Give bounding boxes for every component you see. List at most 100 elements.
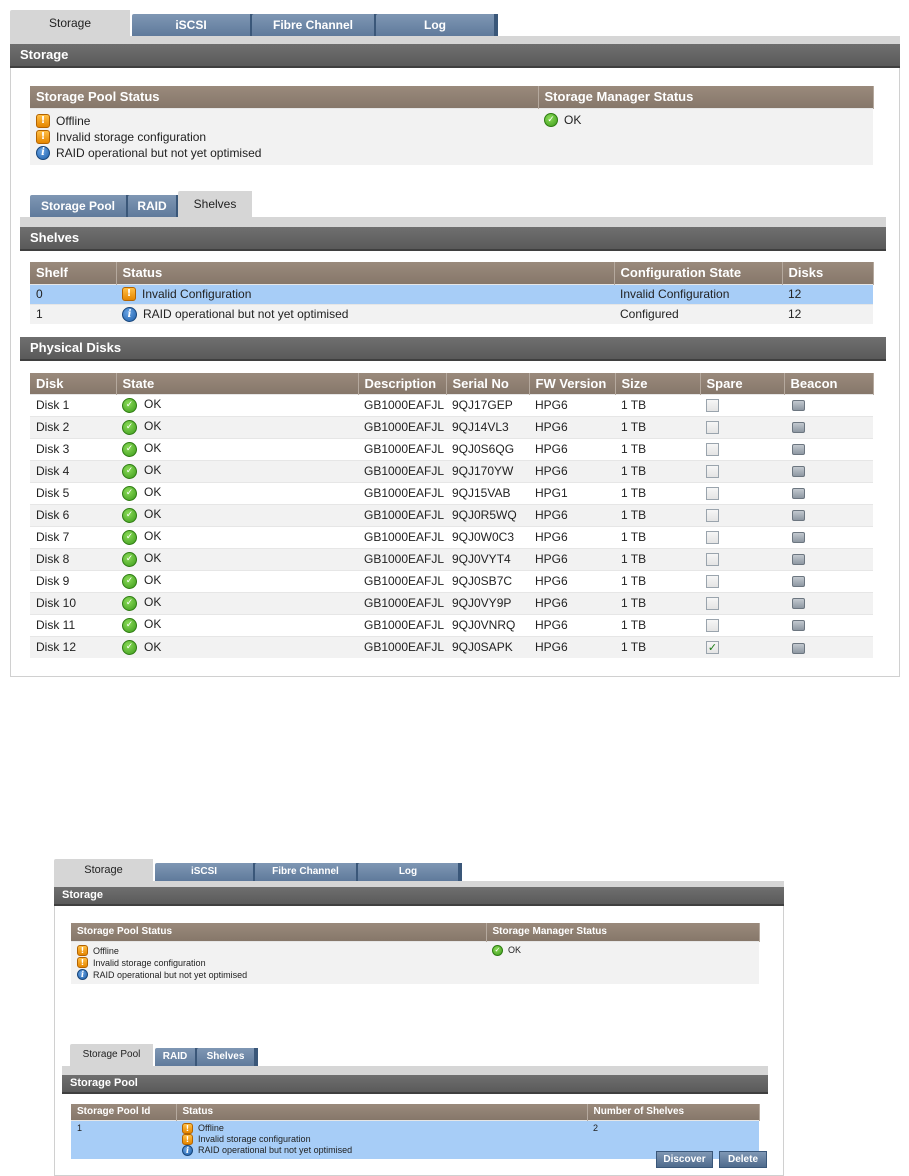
ok-icon: ✓ — [122, 551, 137, 567]
beacon-button[interactable] — [792, 598, 805, 610]
disk-fw-version: HPG6 — [529, 569, 615, 592]
spare-checkbox[interactable] — [706, 465, 719, 479]
tab-raid[interactable]: RAID — [128, 195, 180, 217]
beacon-button[interactable] — [792, 554, 805, 566]
table-row[interactable]: 1 i RAID operational but not yet optimise… — [30, 303, 873, 324]
shelves-title: Shelves — [20, 227, 886, 251]
table-row[interactable]: Disk 2 ✓ OK GB1000EAFJL 9QJ14VL3 HPG6 1 TB — [30, 415, 873, 438]
column-description: Description — [358, 373, 447, 394]
disk-name: Disk 4 — [30, 459, 116, 482]
disk-description: GB1000EAFJL — [358, 525, 446, 548]
disk-size: 1 TB — [615, 591, 700, 614]
tab-iscsi[interactable]: iSCSI — [132, 14, 254, 36]
beacon-button[interactable] — [792, 400, 805, 412]
discover-button[interactable]: Discover — [656, 1151, 713, 1168]
spare-checkbox[interactable] — [706, 575, 719, 589]
warning-icon: ! — [122, 287, 136, 302]
beacon-button[interactable] — [792, 620, 805, 632]
tab-iscsi[interactable]: iSCSI — [155, 863, 257, 881]
tab-shelves[interactable]: Shelves — [178, 191, 252, 217]
table-row[interactable]: 0 ! Invalid Configuration Invalid Configu… — [30, 283, 873, 304]
disk-spare — [700, 547, 784, 570]
tab-storage[interactable]: Storage — [54, 859, 153, 881]
disk-beacon — [784, 613, 873, 636]
disk-spare — [700, 591, 784, 614]
status-text: Offline — [56, 113, 91, 128]
table-row[interactable]: Disk 11 ✓ OK GB1000EAFJL 9QJ0VNRQ HPG6 1 TB — [30, 613, 873, 636]
tab-fibre-channel[interactable]: Fibre Channel — [252, 14, 378, 36]
table-row[interactable]: Disk 8 ✓ OK GB1000EAFJL 9QJ0VYT4 HPG6 1 TB — [30, 547, 873, 570]
tab-storage[interactable]: Storage — [10, 10, 130, 36]
spare-checkbox[interactable] — [706, 421, 719, 435]
disk-state: ✓ OK — [116, 525, 358, 548]
table-row[interactable]: Disk 3 ✓ OK GB1000EAFJL 9QJ0S6QG HPG6 1 TB — [30, 437, 873, 460]
beacon-button[interactable] — [792, 422, 805, 434]
column-beacon: Beacon — [784, 373, 874, 394]
disk-spare — [700, 437, 784, 460]
warning-icon: ! — [36, 113, 50, 128]
table-row[interactable]: Disk 6 ✓ OK GB1000EAFJL 9QJ0R5WQ HPG6 1 TB — [30, 503, 873, 526]
spare-checkbox[interactable] — [706, 619, 719, 633]
disk-beacon — [784, 393, 873, 416]
tab-shelves[interactable]: Shelves — [197, 1048, 258, 1066]
storage-pool-title: Storage Pool — [62, 1075, 768, 1094]
shelf-disks: 12 — [782, 303, 873, 324]
beacon-button[interactable] — [792, 532, 805, 544]
spare-checkbox[interactable] — [706, 443, 719, 457]
disk-beacon — [784, 569, 873, 592]
pool-status-header: Storage Pool Status — [30, 86, 539, 108]
disk-name: Disk 1 — [30, 393, 116, 416]
beacon-button[interactable] — [792, 510, 805, 522]
disk-spare — [700, 525, 784, 548]
spare-checkbox[interactable]: ✓ — [706, 641, 719, 655]
disk-serial: 9QJ14VL3 — [446, 415, 529, 438]
beacon-button[interactable] — [792, 466, 805, 478]
disk-serial: 9QJ15VAB — [446, 481, 529, 504]
spare-checkbox[interactable] — [706, 399, 719, 413]
tab-raid[interactable]: RAID — [155, 1048, 199, 1066]
spare-checkbox[interactable] — [706, 553, 719, 567]
delete-button[interactable]: Delete — [719, 1151, 767, 1168]
beacon-button[interactable] — [792, 444, 805, 456]
disk-fw-version: HPG6 — [529, 635, 615, 658]
info-icon: i — [122, 306, 137, 322]
manager-status-cell: ✓ OK — [486, 940, 759, 984]
disk-size: 1 TB — [615, 547, 700, 570]
tab-storage-pool[interactable]: Storage Pool — [70, 1044, 153, 1066]
spare-checkbox[interactable] — [706, 509, 719, 523]
disk-beacon — [784, 415, 873, 438]
disk-spare — [700, 415, 784, 438]
pool-id: 1 — [71, 1119, 176, 1159]
table-row[interactable]: Disk 5 ✓ OK GB1000EAFJL 9QJ15VAB HPG1 1 TB — [30, 481, 873, 504]
ok-icon: ✓ — [122, 441, 137, 457]
table-row[interactable]: Disk 12 ✓ OK GB1000EAFJL 9QJ0SAPK HPG6 1 TB ✓ — [30, 635, 873, 658]
spare-checkbox[interactable] — [706, 531, 719, 545]
table-row[interactable]: Disk 1 ✓ OK GB1000EAFJL 9QJ17GEP HPG6 1 TB — [30, 393, 873, 416]
shelf-config: Invalid Configuration — [614, 283, 782, 304]
spare-checkbox[interactable] — [706, 597, 719, 611]
tab-log[interactable]: Log — [376, 14, 498, 36]
tab-storage-pool[interactable]: Storage Pool — [30, 195, 130, 217]
disk-state-text: OK — [144, 617, 162, 632]
beacon-button[interactable] — [792, 488, 805, 500]
disk-description: GB1000EAFJL — [358, 547, 446, 570]
tab-fibre-channel[interactable]: Fibre Channel — [255, 863, 360, 881]
table-row[interactable]: Disk 4 ✓ OK GB1000EAFJL 9QJ170YW HPG6 1 TB — [30, 459, 873, 482]
disk-serial: 9QJ0VYT4 — [446, 547, 529, 570]
disk-serial: 9QJ17GEP — [446, 393, 529, 416]
beacon-button[interactable] — [792, 576, 805, 588]
table-row[interactable]: Disk 7 ✓ OK GB1000EAFJL 9QJ0W0C3 HPG6 1 TB — [30, 525, 873, 548]
ok-icon: ✓ — [122, 573, 137, 589]
shelf-config: Configured — [614, 303, 782, 324]
status-text: Offline — [198, 1122, 224, 1133]
spare-checkbox[interactable] — [706, 487, 719, 501]
shelf-status: i RAID operational but not yet optimised — [116, 303, 614, 324]
disk-state: ✓ OK — [116, 459, 358, 482]
warning-icon: ! — [77, 957, 88, 968]
disk-state: ✓ OK — [116, 613, 358, 636]
table-row[interactable]: Disk 10 ✓ OK GB1000EAFJL 9QJ0VY9P HPG6 1 TB — [30, 591, 873, 614]
tab-log[interactable]: Log — [358, 863, 462, 881]
table-row[interactable]: Disk 9 ✓ OK GB1000EAFJL 9QJ0SB7C HPG6 1 TB — [30, 569, 873, 592]
disk-serial: 9QJ170YW — [446, 459, 529, 482]
beacon-button[interactable] — [792, 642, 805, 654]
